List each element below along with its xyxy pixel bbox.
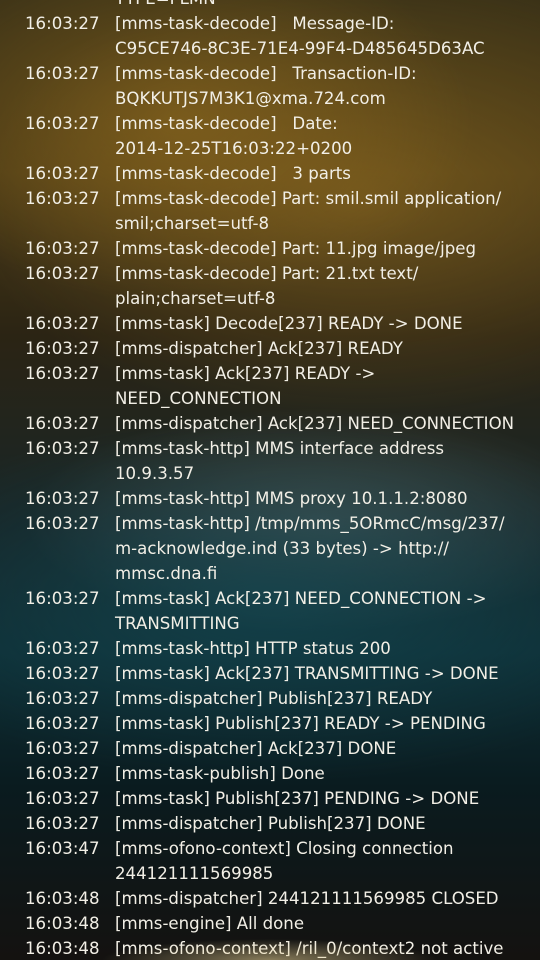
log-timestamp: 16:03:27 <box>25 689 100 708</box>
log-timestamp: 16:03:27 <box>25 239 100 258</box>
log-timestamp: 16:03:27 <box>25 164 100 183</box>
log-timestamp: 16:03:47 <box>25 839 100 858</box>
log-message: [mms-task-http] HTTP status 200 <box>115 639 391 658</box>
log-timestamp: 16:03:27 <box>25 439 100 458</box>
log-message: [mms-task] Publish[237] READY -> PENDING <box>115 714 486 733</box>
log-entry: 16:03:27 [mms-task-decode] Part: 11.jpg i… <box>0 236 540 261</box>
log-timestamp: 16:03:27 <box>25 414 100 433</box>
log-timestamp: 16:03:27 <box>25 714 100 733</box>
log-message: [mms-task-decode] Part: smil.smil applic… <box>115 189 502 233</box>
log-entry: 16:03:27 [mms-task-http] MMS interface ad… <box>0 436 540 486</box>
log-message: [mms-task-decode] 3 parts <box>115 164 351 183</box>
log-entry: 16:03:27 [mms-task-decode] 3 parts <box>0 161 540 186</box>
log-entry: 16:03:27 [mms-task] Publish[237] PENDING … <box>0 786 540 811</box>
log-message: [mms-dispatcher] 244121111569985 CLOSED <box>115 889 499 908</box>
log-message: [mms-task-decode] Part: 21.txt text/ pla… <box>115 264 419 308</box>
log-message: [mms-task] Publish[237] PENDING -> DONE <box>115 789 480 808</box>
log-message: [mms-task] Decode[237] READY -> DONE <box>115 314 463 333</box>
log-message: [mms-engine] All done <box>115 914 305 933</box>
log-entry: 16:03:27 [mms-task-decode] Part: 21.txt t… <box>0 261 540 311</box>
log-message: [mms-task-publish] Done <box>115 764 325 783</box>
log-message: [mms-ofono-context] Closing connection 2… <box>115 839 454 883</box>
log-entry: 16:03:27 [mms-task-decode] Part: smil.smi… <box>0 186 540 236</box>
log-message: [mms-task-decode] Transaction-ID: BQKKUT… <box>115 64 417 108</box>
log-entry: 16:03:27 [mms-task] Ack[237] READY -> NEE… <box>0 361 540 411</box>
log-entry: 16:03:27 [mms-task] Ack[237] NEED_CONNECT… <box>0 586 540 636</box>
log-entry: 16:03:27 [mms-task] Decode[237] READY -> … <box>0 311 540 336</box>
log-message: [mms-task-decode] Date: 2014-12-25T16:03… <box>115 114 353 158</box>
log-timestamp: 16:03:27 <box>25 639 100 658</box>
log-entry: 16:03:27 [mms-dispatcher] Publish[237] DO… <box>0 811 540 836</box>
log-entry: TYPE=PLMN <box>0 0 540 11</box>
log-timestamp: 16:03:27 <box>25 789 100 808</box>
log-timestamp: 16:03:27 <box>25 14 100 33</box>
log-message: [mms-task-http] MMS interface address 10… <box>115 439 450 483</box>
log-timestamp: 16:03:27 <box>25 814 100 833</box>
log-message: TYPE=PLMN <box>115 0 540 11</box>
log-timestamp: 16:03:27 <box>25 314 100 333</box>
log-entry: 16:03:27 [mms-task] Ack[237] TRANSMITTING… <box>0 661 540 686</box>
log-message: [mms-dispatcher] Ack[237] DONE <box>115 739 397 758</box>
log-message: [mms-ofono-context] /ril_0/context2 not … <box>115 939 504 958</box>
log-entry: 16:03:27 [mms-task-http] HTTP status 200 <box>0 636 540 661</box>
log-message: [mms-dispatcher] Ack[237] NEED_CONNECTIO… <box>115 414 515 433</box>
log-message: [mms-task-http] MMS proxy 10.1.1.2:8080 <box>115 489 468 508</box>
log-entry: 16:03:27 [mms-task-http] MMS proxy 10.1.1… <box>0 486 540 511</box>
log-entry: 16:03:27 [mms-task] Publish[237] READY ->… <box>0 711 540 736</box>
log-entry: 16:03:27 [mms-task-decode] Message-ID: C9… <box>0 11 540 61</box>
log-timestamp: 16:03:27 <box>25 489 100 508</box>
log-message: [mms-dispatcher] Publish[237] READY <box>115 689 433 708</box>
log-entry: 16:03:27 [mms-task-decode] Date: 2014-12-… <box>0 111 540 161</box>
log-entry: 16:03:48 [mms-dispatcher] 244121111569985… <box>0 886 540 911</box>
log-entry: 16:03:27 [mms-task-decode] Transaction-ID… <box>0 61 540 111</box>
log-timestamp: 16:03:27 <box>25 189 100 208</box>
log-message: [mms-task-decode] Message-ID: C95CE746-8… <box>115 14 485 58</box>
log-view[interactable]: TYPE=PLMN 16:03:27 [mms-task-decode] Messa… <box>0 0 540 960</box>
log-timestamp: 16:03:48 <box>25 914 100 933</box>
log-timestamp: 16:03:27 <box>25 339 100 358</box>
log-timestamp: 16:03:27 <box>25 264 100 283</box>
log-timestamp: 16:03:27 <box>25 589 100 608</box>
log-entry: 16:03:27 [mms-dispatcher] Ack[237] READY <box>0 336 540 361</box>
log-message: [mms-task] Ack[237] NEED_CONNECTION -> T… <box>115 589 487 633</box>
log-entry: 16:03:48 [mms-engine] All done <box>0 911 540 936</box>
log-entry: 16:03:27 [mms-dispatcher] Ack[237] DONE <box>0 736 540 761</box>
log-timestamp: 16:03:48 <box>25 939 100 958</box>
log-message: [mms-task-http] /tmp/mms_5ORmcC/msg/237/… <box>115 514 505 583</box>
log-timestamp: 16:03:27 <box>25 114 100 133</box>
log-entry: 16:03:27 [mms-dispatcher] Publish[237] RE… <box>0 686 540 711</box>
log-message: [mms-task-decode] Part: 11.jpg image/jpe… <box>115 239 476 258</box>
log-entry: 16:03:27 [mms-task-publish] Done <box>0 761 540 786</box>
log-entry: 16:03:47 [mms-ofono-context] Closing conn… <box>0 836 540 886</box>
log-entry: 16:03:27 [mms-dispatcher] Ack[237] NEED_C… <box>0 411 540 436</box>
log-message: [mms-task] Ack[237] READY -> NEED_CONNEC… <box>115 364 376 408</box>
log-timestamp: 16:03:27 <box>25 764 100 783</box>
log-entry: 16:03:48 [mms-ofono-context] /ril_0/conte… <box>0 936 540 960</box>
log-timestamp: 16:03:27 <box>25 739 100 758</box>
log-timestamp: 16:03:27 <box>25 364 100 383</box>
log-timestamp: 16:03:27 <box>25 514 100 533</box>
log-entry: 16:03:27 [mms-task-http] /tmp/mms_5ORmcC/… <box>0 511 540 586</box>
log-timestamp: 16:03:27 <box>25 664 100 683</box>
log-message: [mms-task] Ack[237] TRANSMITTING -> DONE <box>115 664 499 683</box>
log-timestamp: 16:03:48 <box>25 889 100 908</box>
log-message: [mms-dispatcher] Publish[237] DONE <box>115 814 426 833</box>
log-message: [mms-dispatcher] Ack[237] READY <box>115 339 403 358</box>
log-timestamp: 16:03:27 <box>25 64 100 83</box>
